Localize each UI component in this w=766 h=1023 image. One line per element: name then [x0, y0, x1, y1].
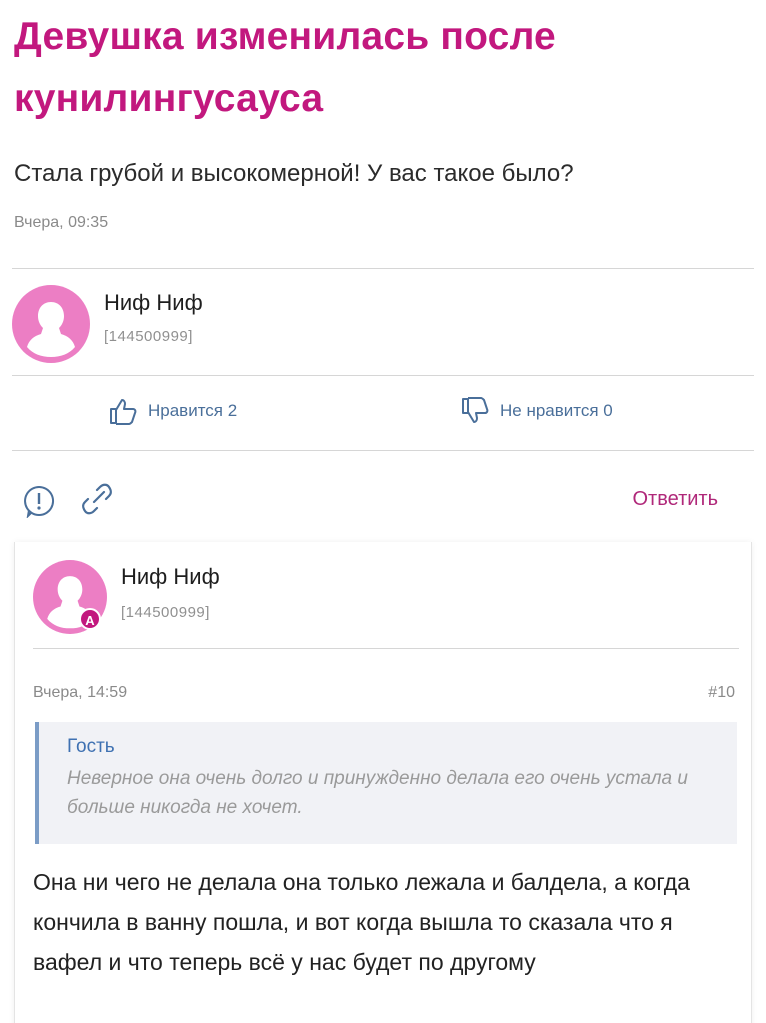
dislike-button[interactable]: Не нравится 0: [460, 396, 613, 426]
quote-block: Гость Неверное она очень долго и принужд…: [35, 722, 737, 844]
author-name[interactable]: Ниф Ниф: [104, 290, 203, 316]
author-avatar[interactable]: [12, 285, 90, 363]
report-icon: [24, 486, 55, 518]
report-button[interactable]: [22, 484, 56, 518]
reply-author-id: [144500999]: [121, 604, 210, 621]
dislike-count-label: Не нравится 0: [500, 401, 613, 420]
page: Девушка изменилась после кунилингусауса …: [0, 0, 766, 1023]
quote-author: Гость: [67, 736, 115, 757]
post-time: Вчера, 09:35: [14, 214, 109, 231]
divider: [12, 375, 754, 376]
like-count-label: Нравится 2: [148, 401, 238, 420]
post-title: Девушка изменилась после кунилингусауса: [14, 15, 556, 120]
quote-text: Неверное она очень долго и принужденно д…: [67, 768, 688, 818]
divider: [33, 648, 739, 649]
author-id: [144500999]: [104, 328, 193, 345]
link-icon: [82, 483, 112, 515]
reply-author-name[interactable]: Ниф Ниф: [121, 564, 220, 590]
post-subtitle: Стала грубой и высокомерной! У вас такое…: [14, 160, 574, 187]
author-badge: A: [79, 608, 101, 630]
thumbs-down-icon: [462, 397, 489, 423]
thumbs-up-icon: [110, 399, 137, 425]
link-button[interactable]: [80, 482, 114, 516]
divider: [12, 450, 754, 451]
reply-number[interactable]: #10: [708, 684, 735, 702]
reply-text: Она ни чего не делала она только лежала …: [33, 869, 690, 975]
like-button[interactable]: Нравится 2: [108, 396, 237, 426]
reply-time: Вчера, 14:59: [33, 684, 128, 701]
user-avatar-icon: [27, 302, 75, 357]
reply-card: A Ниф Ниф [144500999] Вчера, 14:59 #10 Г…: [14, 542, 752, 1023]
divider: [12, 268, 754, 269]
reply-button[interactable]: Ответить: [633, 488, 719, 511]
